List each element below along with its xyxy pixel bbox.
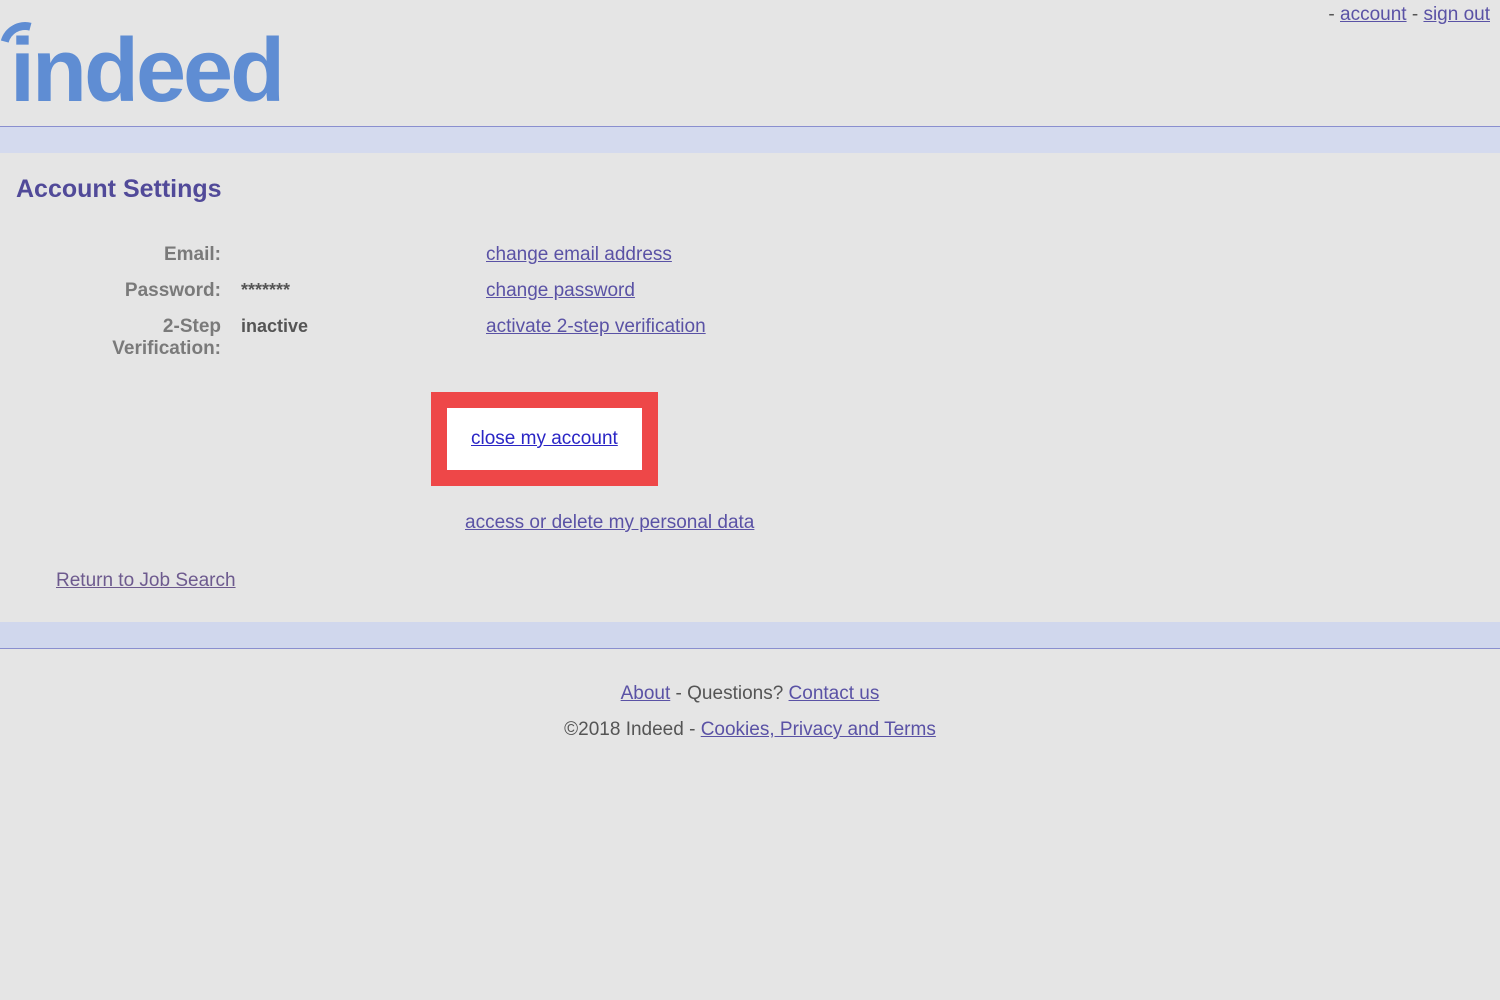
top-separator: - [1328,4,1340,25]
indeed-logo[interactable]: indeed [10,26,282,116]
contact-us-link[interactable]: Contact us [789,683,880,704]
logo-area: indeed [0,26,1500,126]
footer: About - Questions? Contact us ©2018 Inde… [0,649,1500,789]
footer-band [0,622,1500,648]
settings-table: Email: change email address Password: **… [56,244,1484,360]
personal-data-link[interactable]: access or delete my personal data [465,512,754,533]
about-link[interactable]: About [621,683,671,704]
activate-twostep-link[interactable]: activate 2-step verification [486,316,706,337]
logo-text: indeed [10,21,282,121]
return-job-search-link[interactable]: Return to Job Search [56,570,236,591]
twostep-label: 2-Step Verification: [56,316,241,360]
footer-questions-text: - Questions? [670,683,788,704]
page-title: Account Settings [16,175,1484,204]
twostep-value: inactive [241,316,486,337]
password-label: Password: [56,280,241,302]
password-value: ******* [241,280,486,301]
close-account-link[interactable]: close my account [471,428,618,449]
change-email-link[interactable]: change email address [486,244,672,265]
password-row: Password: ******* change password [56,280,1484,302]
signout-link[interactable]: sign out [1423,4,1490,25]
twostep-row: 2-Step Verification: inactive activate 2… [56,316,1484,360]
copyright-text: ©2018 Indeed - [564,719,701,740]
cookies-privacy-terms-link[interactable]: Cookies, Privacy and Terms [701,719,936,740]
personal-data-row: access or delete my personal data [465,512,1484,534]
return-link-row: Return to Job Search [56,570,1484,592]
email-row: Email: change email address [56,244,1484,266]
header-band [0,127,1500,153]
top-separator2: - [1407,4,1424,25]
email-label: Email: [56,244,241,266]
close-account-highlight: close my account [431,392,658,486]
account-link[interactable]: account [1340,4,1407,25]
main-content: Account Settings Email: change email add… [0,153,1500,622]
change-password-link[interactable]: change password [486,280,635,301]
